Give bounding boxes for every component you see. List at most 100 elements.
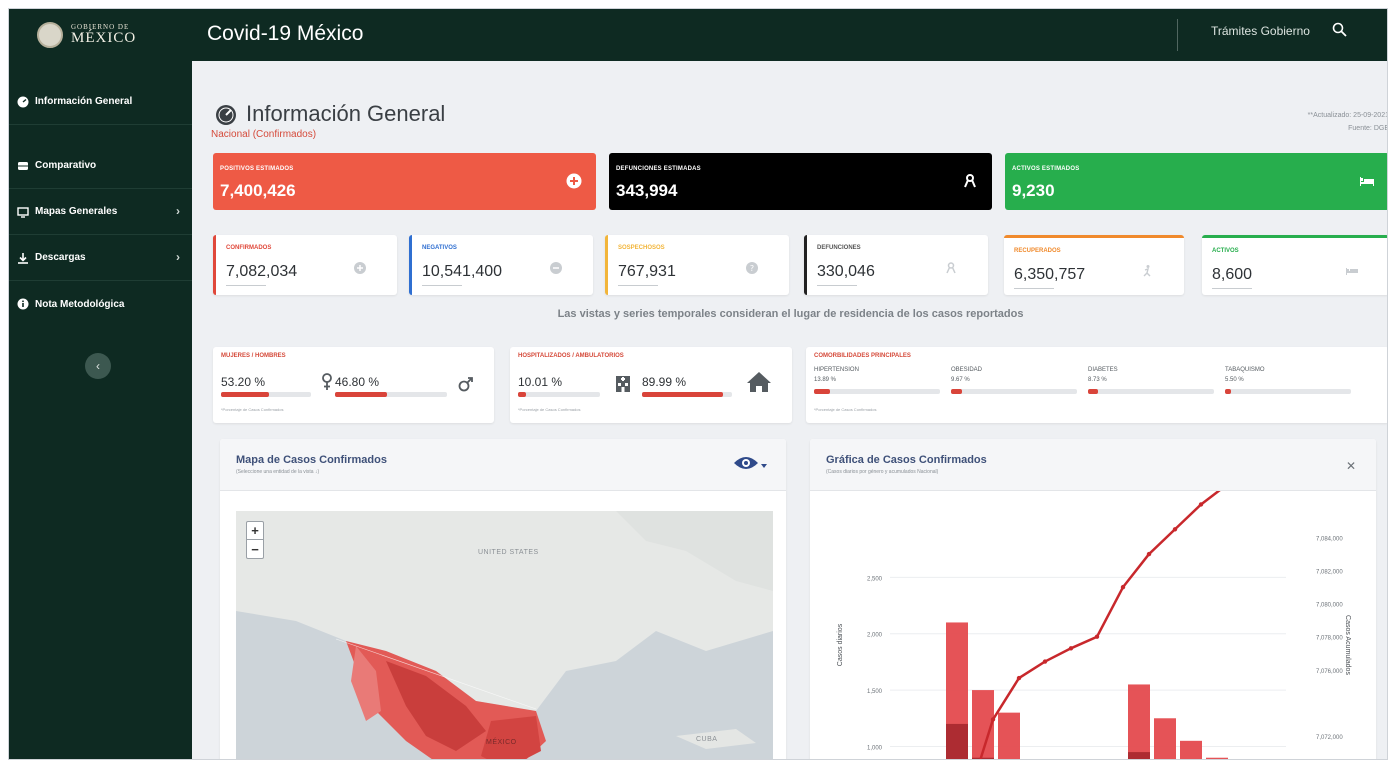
zoom-control: + −: [246, 521, 264, 559]
close-icon[interactable]: ✕: [1346, 459, 1356, 473]
cumulative-point: [1172, 527, 1178, 532]
dashboard-icon: [216, 105, 236, 125]
cumulative-point: [1068, 646, 1074, 651]
download-icon: [17, 252, 29, 264]
card-activos: ACTIVOS 8,600: [1202, 235, 1387, 295]
comorbidity-bar-fill: [1225, 389, 1232, 394]
hosp-bar: [518, 392, 600, 397]
cumulative-point: [1016, 675, 1022, 681]
y2-tick-label: 7,084,000: [1316, 537, 1343, 543]
sidebar-item-label: Nota Metodológica: [35, 298, 125, 310]
sidebar-item-label: Comparativo: [35, 160, 97, 171]
panel-footnote: *Porcentaje de Casos Confirmados: [814, 407, 877, 412]
divider: [817, 285, 857, 286]
cumulative-point: [1094, 634, 1100, 639]
bed-icon: [1360, 177, 1374, 186]
minus-circle-icon: [550, 262, 562, 274]
divider: [1212, 288, 1252, 289]
comorbidity-bar-fill: [1088, 389, 1098, 394]
plus-circle-icon: [566, 173, 582, 189]
comorbidity-label: TABAQUISMO: [1225, 367, 1265, 373]
map-label: MÉXICO: [486, 739, 517, 746]
search-icon[interactable]: [1331, 21, 1349, 39]
hospital-icon: [616, 376, 630, 392]
sidebar-item-descargas[interactable]: Descargas ›: [9, 235, 192, 281]
panel-comorbilidades: COMORBILIDADES PRINCIPALES HIPERTENSION …: [806, 347, 1387, 423]
cumulative-point: [1042, 659, 1048, 664]
male-bar-fill: [335, 392, 388, 397]
seal-icon: [37, 22, 63, 48]
cumulative-point: [990, 717, 996, 722]
y2-axis-label: Casos Acumulados: [1344, 615, 1351, 675]
female-bar-fill: [221, 392, 269, 397]
question-circle-icon: ?: [746, 262, 758, 274]
card-label: POSITIVOS ESTIMADOS: [220, 166, 294, 172]
bar: [1180, 740, 1202, 759]
eye-icon[interactable]: [732, 453, 768, 473]
sidebar-collapse-button[interactable]: ‹: [85, 353, 111, 379]
bed-icon: [1346, 268, 1358, 275]
map-view[interactable]: + − UNITED STATES MÉXICO CUBA: [236, 511, 773, 759]
sidebar-item-nota-metodologica[interactable]: Nota Metodológica: [9, 281, 192, 327]
main-content: Información General Nacional (Confirmado…: [192, 61, 1387, 759]
card-value: 330,046: [817, 263, 875, 280]
bar-segment: [946, 723, 968, 759]
card-activos-estimados: ACTIVOS ESTIMADOS 9,230: [1005, 153, 1387, 210]
sidebar-item-mapas-generales[interactable]: Mapas Generales ›: [9, 189, 192, 235]
card-label: ACTIVOS ESTIMADOS: [1012, 166, 1080, 172]
sidebar-item-informacion-general[interactable]: Información General: [9, 79, 192, 125]
comorbidity-bar: [1225, 389, 1351, 394]
bar: [1154, 718, 1176, 759]
divider: [618, 285, 658, 286]
bar: [1128, 684, 1150, 759]
chevron-left-icon: ‹: [96, 359, 100, 373]
map-card: Mapa de Casos Confirmados (Seleccione un…: [220, 439, 786, 759]
sidebar-item-comparativo[interactable]: Comparativo: [9, 143, 192, 189]
male-bar: [335, 392, 447, 397]
y-tick-label: 2,500: [867, 576, 883, 582]
divider: [226, 285, 266, 286]
ribbon-icon: [946, 262, 956, 274]
y2-tick-label: 7,080,000: [1316, 603, 1343, 609]
page-header: Información General: [214, 101, 445, 127]
cumulative-point: [1198, 502, 1204, 507]
male-percent: 46.80 %: [335, 375, 380, 389]
tramites-link[interactable]: Trámites: [1211, 24, 1257, 38]
update-info: **Actualizado: 25-09-2021 Fuente: DGE: [1269, 109, 1387, 135]
card-label: CONFIRMADOS: [226, 245, 272, 251]
comorbidity-bar: [1088, 389, 1214, 394]
panel-title: COMORBILIDADES PRINCIPALES: [814, 353, 911, 359]
card-value: 7,082,034: [226, 263, 298, 280]
y-tick-label: 1,000: [867, 745, 883, 751]
monitor-icon: [17, 206, 29, 218]
sidebar: Información General Comparativo Mapas Ge…: [9, 61, 192, 759]
comorbidity-bar-fill: [951, 389, 962, 394]
map-label: UNITED STATES: [478, 549, 539, 556]
gobierno-logo[interactable]: GOBIERNO DE MÉXICO: [37, 19, 157, 51]
chart-canvas: 1,000 1,500 2,000 2,500 7,072,000 7,076,000 7,…: [837, 491, 1351, 759]
card-sospechosos: SOSPECHOSOS 767,931 ?: [605, 235, 789, 295]
female-percent: 53.20 %: [221, 375, 266, 389]
map-label: CUBA: [696, 736, 718, 743]
comorbidity-label: HIPERTENSION: [814, 367, 859, 373]
chevron-right-icon: ›: [176, 250, 180, 264]
bar: [1206, 757, 1228, 759]
card-negativos: NEGATIVOS 10,541,400: [409, 235, 593, 295]
female-bar: [221, 392, 311, 397]
y-tick-label: 1,500: [867, 689, 883, 695]
map-card-title: Mapa de Casos Confirmados: [236, 454, 387, 466]
residence-note: Las vistas y series temporales considera…: [557, 308, 1024, 320]
comorbidity-label: OBESIDAD: [951, 367, 983, 373]
zoom-in-button[interactable]: +: [247, 522, 263, 540]
cumulative-point: [1146, 551, 1152, 557]
gobierno-link[interactable]: Gobierno: [1261, 24, 1310, 38]
zoom-out-button[interactable]: −: [247, 540, 263, 558]
comorbidity-bar-fill: [814, 389, 830, 394]
chart-card-header: Gráfica de Casos Confirmados (Casos diar…: [810, 439, 1376, 491]
panel-footnote: *Porcentaje de Casos Confirmados: [518, 407, 581, 412]
sidebar-item-label: Información General: [35, 96, 133, 107]
cumulative-point: [1120, 584, 1126, 590]
card-value: 343,994: [616, 181, 678, 200]
card-value: 10,541,400: [422, 263, 503, 280]
card-positivos-estimados: POSITIVOS ESTIMADOS 7,400,426: [213, 153, 596, 210]
